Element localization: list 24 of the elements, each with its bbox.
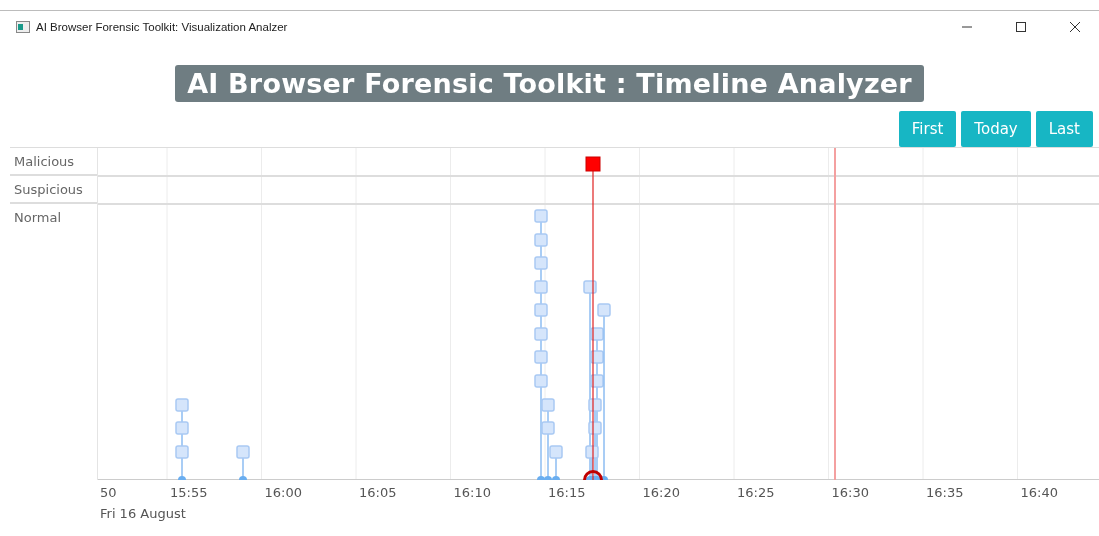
- axis-tick-label: 16:00: [264, 485, 302, 500]
- group-label: Suspicious: [10, 176, 97, 204]
- nav-button[interactable]: Last: [1035, 111, 1093, 147]
- app-icon: [16, 20, 30, 33]
- axis-tick-label: 15:55: [170, 485, 208, 500]
- axis-tick-label: 16:25: [737, 485, 775, 500]
- axis-tick-label: 50: [100, 485, 117, 500]
- nav-button[interactable]: Today: [961, 111, 1031, 147]
- axis-date-label: Fri 16 August: [100, 506, 187, 521]
- event-stack[interactable]: [583, 280, 597, 480]
- selected-event[interactable]: [582, 156, 603, 480]
- group-label: Malicious: [10, 148, 97, 176]
- axis-tick-label: 16:10: [453, 485, 491, 500]
- axis-tick-label: 16:40: [1020, 485, 1058, 500]
- axis-tick-label: 16:35: [926, 485, 964, 500]
- window-title: AI Browser Forensic Toolkit: Visualization Analzer: [36, 20, 289, 33]
- axis-tick-label: 16:15: [548, 485, 586, 500]
- axis-tick-label: 16:20: [642, 485, 680, 500]
- axis-tick-label: 16:05: [359, 485, 397, 500]
- nav-button[interactable]: First: [898, 111, 957, 147]
- group-label: Normal: [13, 209, 63, 227]
- page-heading: AI Browser Forensic Toolkit : Timeline Analyzer: [175, 65, 924, 102]
- axis-tick-label: 16:30: [831, 485, 869, 500]
- event-stack[interactable]: [585, 445, 599, 480]
